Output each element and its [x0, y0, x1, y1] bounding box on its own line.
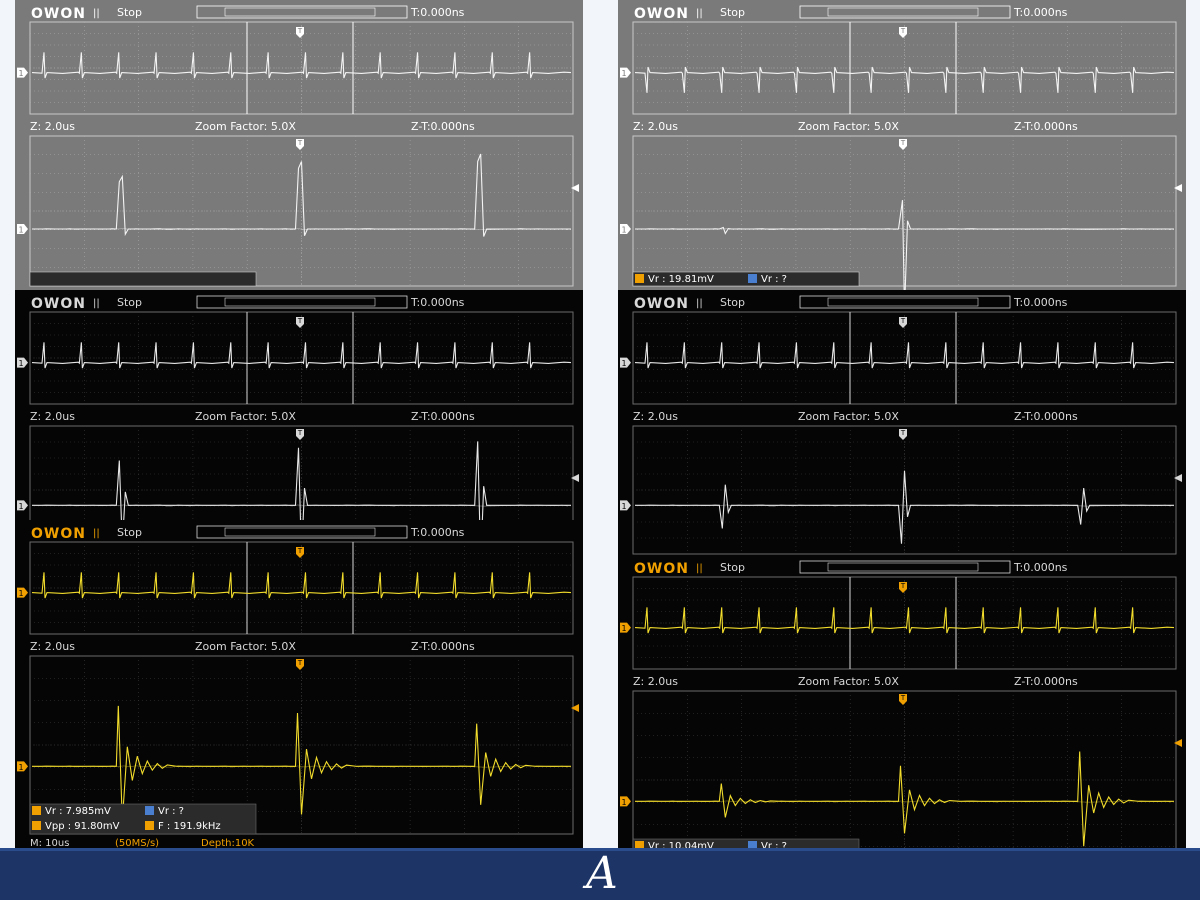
ch1-marker-zoom-label: 1 [18, 226, 23, 235]
ch1-marker-main-label: 1 [621, 69, 626, 78]
brand-logo: OWON [634, 561, 689, 577]
zoom-factor: Zoom Factor: 5.0X [195, 410, 296, 423]
brand-logo: OWON [31, 296, 86, 312]
trigger-pos-marker-label: T [297, 317, 303, 325]
scope-screenshot-top-left: OWON || Stop T:0.000ns T 1 Z: 2.0us Zoom Factor… [15, 0, 583, 290]
zoom-timebase: Z: 2.0us [633, 675, 678, 688]
zoom-timebase: Z: 2.0us [633, 410, 678, 423]
zoom-trigger-time: Z-T:0.000ns [1014, 410, 1078, 423]
scope-screenshot-mid-left: OWON || Stop T:0.000ns T 1 Z: 2.0us Zoom Factor… [15, 290, 583, 558]
scope-canvas: OWON || Stop T:0.000ns T 1 Z: 2.0us Zoom Factor… [15, 290, 583, 558]
meas-ch1-badge [635, 274, 644, 283]
measurement-panel: Vr : 19.81mV Vr : ? [632, 271, 860, 287]
meas-vpp: Vpp : 91.80mV [45, 821, 120, 832]
zoom-trigger-time: Z-T:0.000ns [411, 410, 475, 423]
run-state: Stop [117, 296, 142, 309]
scope-canvas: OWON || Stop T:0.000ns T 1 Z: 2.0us Zoom Factor… [618, 0, 1186, 290]
brand-logo: OWON [31, 6, 86, 22]
zoom-factor: Zoom Factor: 5.0X [195, 640, 296, 653]
zoom-trigger-time: Z-T:0.000ns [1014, 675, 1078, 688]
scope-canvas: OWON || Stop T:0.000ns T 1 Z: 2.0us Zoom Factor… [15, 520, 583, 900]
zoom-trigger-time: Z-T:0.000ns [411, 640, 475, 653]
trigger-pos-marker-label: T [900, 317, 906, 325]
ch1-marker-main-label: 1 [18, 589, 23, 598]
ch1-marker-zoom-label: 1 [18, 502, 23, 511]
ch1-marker-zoom-label: 1 [18, 763, 23, 772]
trigger-pos-marker-label: T [297, 27, 303, 35]
zoom-timebase: Z: 2.0us [633, 120, 678, 133]
zoom-factor: Zoom Factor: 5.0X [195, 120, 296, 133]
brand-logo: OWON [634, 296, 689, 312]
run-state-icon: || [93, 8, 100, 19]
run-state-icon: || [696, 8, 703, 19]
zoom-trigger-marker-label: T [297, 139, 303, 147]
run-state: Stop [720, 561, 745, 574]
meas-ch2-badge [748, 274, 757, 283]
run-state-icon: || [93, 528, 100, 539]
meas-ch2-badge [145, 806, 154, 815]
trigger-time: T:0.000ns [1013, 296, 1068, 309]
scope-screenshot-top-right: OWON || Stop T:0.000ns T 1 Z: 2.0us Zoom Factor… [618, 0, 1186, 290]
meas-vr2: Vr : ? [158, 806, 184, 817]
run-state: Stop [117, 526, 142, 539]
zoom-factor: Zoom Factor: 5.0X [798, 410, 899, 423]
scope-screenshot-mid-right: OWON || Stop T:0.000ns T 1 Z: 2.0us Zoom Factor… [618, 290, 1186, 558]
brand-logo: OWON [31, 526, 86, 542]
zoom-trigger-time: Z-T:0.000ns [1014, 120, 1078, 133]
meas-vr1: Vr : 7.985mV [45, 806, 111, 817]
zoom-trigger-time: Z-T:0.000ns [411, 120, 475, 133]
zoom-factor: Zoom Factor: 5.0X [798, 120, 899, 133]
ch1-marker-zoom-label: 1 [621, 798, 626, 807]
run-state: Stop [720, 296, 745, 309]
run-state-icon: || [696, 298, 703, 309]
scope-canvas: OWON || Stop T:0.000ns T 1 Z: 2.0us Zoom Factor… [15, 0, 583, 290]
trigger-time: T:0.000ns [1013, 561, 1068, 574]
ch1-marker-zoom-label: 1 [621, 226, 626, 235]
collage-stage: OWON || Stop T:0.000ns T 1 Z: 2.0us Zoom Factor… [0, 0, 1200, 900]
ch1-marker-main-label: 1 [621, 359, 626, 368]
measurement-bg [29, 271, 257, 287]
trigger-time: T:0.000ns [410, 296, 465, 309]
zoom-trigger-marker-label: T [297, 429, 303, 437]
brand-logo: OWON [634, 6, 689, 22]
ch1-marker-zoom-label: 1 [621, 502, 626, 511]
scope-canvas: OWON || Stop T:0.000ns T 1 Z: 2.0us Zoom Factor… [618, 290, 1186, 558]
zoom-factor: Zoom Factor: 5.0X [798, 675, 899, 688]
scope-screenshot-bottom-left: OWON || Stop T:0.000ns T 1 Z: 2.0us Zoom Factor… [15, 520, 583, 900]
ch1-marker-main-label: 1 [18, 69, 23, 78]
zoom-trigger-marker-label: T [900, 694, 906, 702]
trigger-time: T:0.000ns [410, 526, 465, 539]
trigger-pos-marker-label: T [297, 547, 303, 555]
zoom-trigger-marker-label: T [900, 139, 906, 147]
meas-vr2: Vr : ? [761, 274, 787, 285]
zoom-trigger-marker-label: T [900, 429, 906, 437]
logo-letter: A [586, 848, 618, 899]
meas-ch1-badge-2 [32, 821, 41, 830]
measurement-panel [29, 271, 257, 287]
zoom-timebase: Z: 2.0us [30, 120, 75, 133]
zoom-trigger-marker-label: T [297, 659, 303, 667]
zoom-timebase: Z: 2.0us [30, 410, 75, 423]
run-state: Stop [720, 6, 745, 19]
meas-ch1-badge-3 [145, 821, 154, 830]
meas-freq: F : 191.9kHz [158, 821, 221, 832]
trigger-time: T:0.000ns [410, 6, 465, 19]
ch1-marker-main-label: 1 [18, 359, 23, 368]
run-state-icon: || [696, 563, 703, 574]
run-state: Stop [117, 6, 142, 19]
trigger-pos-marker-label: T [900, 27, 906, 35]
measurement-panel: Vr : 7.985mV Vr : ? Vpp : 91.80mV F : 191.9… [29, 803, 257, 835]
run-state-icon: || [93, 298, 100, 309]
meas-ch1-badge [32, 806, 41, 815]
trigger-pos-marker-label: T [900, 582, 906, 590]
meas-vr1: Vr : 19.81mV [648, 274, 714, 285]
ch1-marker-main-label: 1 [621, 624, 626, 633]
trigger-time: T:0.000ns [1013, 6, 1068, 19]
zoom-timebase: Z: 2.0us [30, 640, 75, 653]
